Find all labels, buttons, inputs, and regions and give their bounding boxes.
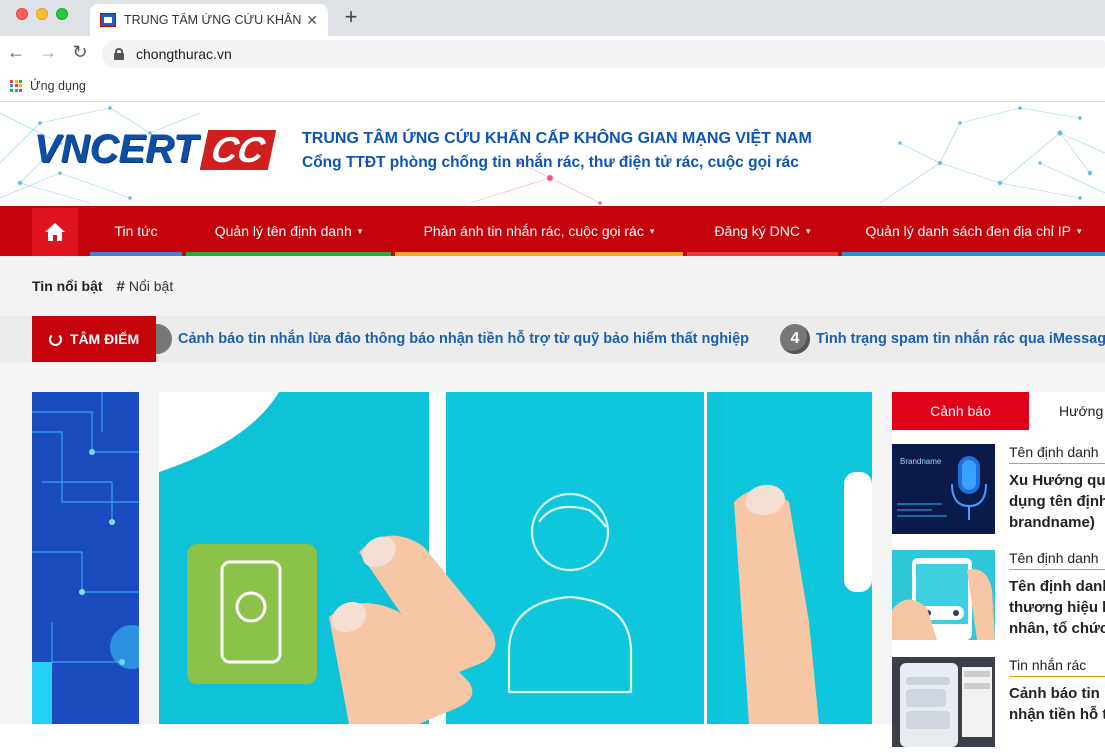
reload-icon[interactable]: ↻ bbox=[70, 42, 90, 63]
site-favicon-icon bbox=[100, 13, 116, 27]
left-banner-image[interactable] bbox=[32, 392, 139, 724]
news-ticker: TÂM ĐIỂM Cảnh báo tin nhắn lừa đảo thông… bbox=[0, 316, 1105, 362]
vncert-logo[interactable]: VNCERT CC bbox=[34, 127, 276, 172]
article-title[interactable]: Xu Hướng quản dụng tên định brandname) bbox=[1009, 470, 1105, 533]
nav-item-identity[interactable]: Quản lý tên định danh ▾ bbox=[186, 206, 391, 256]
ticker-item-text: Tình trạng spam tin nhắn rác qua iMessag… bbox=[816, 331, 1105, 347]
featured-tags-label: Tin nổi bật bbox=[32, 278, 103, 294]
title-line: nhận tiền hỗ t bbox=[1009, 706, 1105, 723]
main-navigation: Tin tức Quản lý tên định danh ▾ Phản ánh… bbox=[0, 206, 1105, 256]
logo-text: VNCERT bbox=[34, 127, 198, 171]
hash-icon: # bbox=[116, 277, 125, 295]
url-text: chongthurac.vn bbox=[136, 46, 232, 62]
chevron-down-icon: ▾ bbox=[357, 225, 363, 236]
window-close-button[interactable] bbox=[16, 8, 28, 20]
sidebar-article[interactable]: Tin nhắn rác Cảnh báo tin nhận tiền hỗ t bbox=[892, 657, 1105, 753]
bookmark-apps[interactable]: Ứng dụng bbox=[30, 79, 86, 93]
sidebar-article[interactable]: Tên định danh Tên định danh thương hiệu … bbox=[892, 550, 1105, 646]
url-field[interactable]: chongthurac.vn bbox=[102, 40, 1105, 68]
article-thumbnail[interactable] bbox=[892, 550, 995, 640]
article-category[interactable]: Tên định danh bbox=[1009, 444, 1105, 464]
address-bar-row: ← → ↻ chongthurac.vn bbox=[0, 36, 1105, 70]
sidebar-article[interactable]: Brandname Tên định danh Xu Hướng quản dụ… bbox=[892, 444, 1105, 540]
tag-label: Nổi bật bbox=[128, 277, 174, 294]
lock-icon bbox=[114, 48, 124, 60]
tab-warnings[interactable]: Cảnh báo bbox=[892, 392, 1029, 430]
title-line: Tên định danh bbox=[1009, 578, 1105, 595]
nav-item-news[interactable]: Tin tức bbox=[90, 206, 182, 256]
thumb-caption: Brandname bbox=[900, 457, 942, 466]
article-category[interactable]: Tin nhắn rác bbox=[1009, 657, 1105, 677]
ticker-item[interactable]: 4 Tình trạng spam tin nhắn rác qua iMess… bbox=[780, 316, 1105, 362]
nav-item-report-spam[interactable]: Phản ánh tin nhắn rác, cuộc gọi rác ▾ bbox=[395, 206, 683, 256]
chevron-down-icon: ▾ bbox=[1076, 225, 1082, 236]
window-minimize-button[interactable] bbox=[36, 8, 48, 20]
ticker-label-text: TÂM ĐIỂM bbox=[69, 331, 140, 347]
article-title[interactable]: Tên định danh thương hiệu h nhân, tổ chứ… bbox=[1009, 576, 1105, 639]
phone-hand-thumbnail bbox=[892, 550, 995, 640]
article-thumbnail[interactable] bbox=[892, 657, 995, 747]
nav-label: Quản lý danh sách đen địa chỉ IP bbox=[865, 223, 1071, 239]
logo-cc-badge: CC bbox=[199, 129, 276, 170]
sidebar-widget: Cảnh báo Hướng dẫn Brandname Tên định da… bbox=[892, 392, 1105, 747]
site-title: TRUNG TÂM ỨNG CỨU KHẨN CẤP KHÔNG GIAN MẠ… bbox=[302, 130, 812, 147]
back-icon[interactable]: ← bbox=[6, 42, 26, 63]
title-line: dụng tên định bbox=[1009, 493, 1105, 510]
chevron-down-icon: ▾ bbox=[649, 225, 655, 236]
browser-tab-bar: TRUNG TÂM ỨNG CỨU KHẨN CẤP ✕ + bbox=[0, 0, 1105, 36]
article-category[interactable]: Tên định danh bbox=[1009, 550, 1105, 570]
tab-title: TRUNG TÂM ỨNG CỨU KHẨN CẤP bbox=[124, 13, 304, 27]
microphone-thumbnail: Brandname bbox=[892, 444, 995, 534]
window-zoom-button[interactable] bbox=[56, 8, 68, 20]
ticker-item-text: Cảnh báo tin nhắn lừa đảo thông báo nhận… bbox=[178, 331, 750, 347]
main-content: Cảnh báo Hướng dẫn Brandname Tên định da… bbox=[0, 362, 1105, 747]
title-line: Cảnh báo tin bbox=[1009, 685, 1100, 702]
title-line: nhân, tổ chức bbox=[1009, 620, 1105, 637]
browser-tab[interactable]: TRUNG TÂM ỨNG CỨU KHẨN CẤP ✕ bbox=[90, 4, 328, 36]
nav-item-dnc[interactable]: Đăng ký DNC ▾ bbox=[687, 206, 838, 256]
sms-screenshot-thumbnail bbox=[892, 657, 995, 747]
home-button[interactable] bbox=[32, 208, 78, 256]
bookmarks-bar: Ứng dụng bbox=[0, 70, 1105, 102]
title-line: brandname) bbox=[1009, 514, 1095, 531]
hero-image[interactable] bbox=[159, 392, 872, 724]
title-line: thương hiệu h bbox=[1009, 599, 1105, 616]
nav-label: Phản ánh tin nhắn rác, cuộc gọi rác bbox=[423, 223, 644, 239]
ticker-label: TÂM ĐIỂM bbox=[32, 316, 156, 362]
tag-link[interactable]: # Nổi bật bbox=[117, 278, 174, 295]
nav-item-ip-blacklist[interactable]: Quản lý danh sách đen địa chỉ IP ▾ bbox=[842, 206, 1105, 256]
nav-label: Tin tức bbox=[114, 223, 158, 239]
article-thumbnail[interactable]: Brandname bbox=[892, 444, 995, 534]
nav-label: Quản lý tên định danh bbox=[214, 223, 352, 239]
new-tab-button[interactable]: + bbox=[340, 4, 362, 30]
nav-label: Đăng ký DNC bbox=[714, 223, 801, 239]
featured-tags-bar: Tin nổi bật # Nổi bật bbox=[0, 256, 1105, 316]
forward-icon[interactable]: → bbox=[38, 42, 58, 63]
phone-illustration bbox=[159, 392, 872, 724]
home-icon bbox=[45, 223, 65, 241]
sidebar-tabs: Cảnh báo Hướng dẫn bbox=[892, 392, 1105, 432]
tab-close-icon[interactable]: ✕ bbox=[306, 12, 318, 29]
apps-grid-icon bbox=[10, 79, 22, 92]
article-title[interactable]: Cảnh báo tin nhận tiền hỗ t bbox=[1009, 683, 1105, 725]
spinner-icon bbox=[48, 332, 62, 346]
circuit-graphic bbox=[32, 392, 139, 724]
site-subtitle: Cổng TTĐT phòng chống tin nhắn rác, thư … bbox=[302, 154, 799, 171]
title-line: Xu Hướng quản bbox=[1009, 472, 1105, 489]
tab-guides[interactable]: Hướng dẫn bbox=[1029, 392, 1105, 430]
ticker-item[interactable]: Cảnh báo tin nhắn lừa đảo thông báo nhận… bbox=[156, 316, 749, 362]
number-badge-partial bbox=[156, 324, 172, 354]
number-badge: 4 bbox=[780, 324, 810, 354]
site-header: VNCERT CC TRUNG TÂM ỨNG CỨU KHẨN CẤP KHÔ… bbox=[0, 103, 1105, 206]
chevron-down-icon: ▾ bbox=[806, 225, 811, 236]
